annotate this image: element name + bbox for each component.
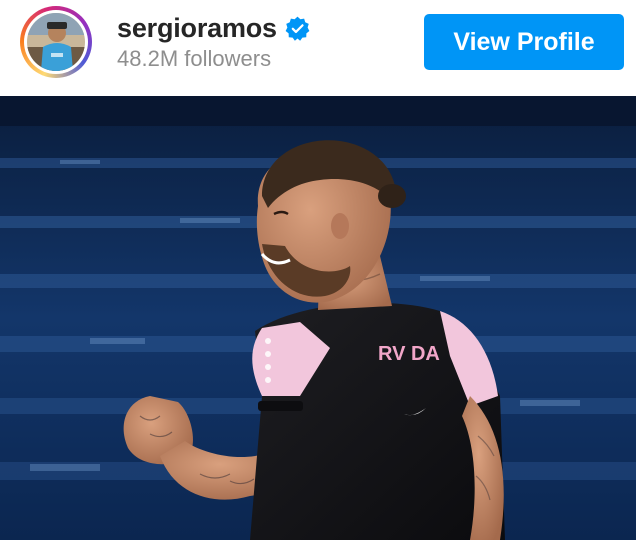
view-profile-button[interactable]: View Profile [424, 14, 624, 70]
jersey-text: RV DA [378, 343, 440, 365]
instagram-embed: sergioramos 48.2M followers View Profile [0, 0, 636, 540]
follower-count: 48.2M followers [117, 46, 272, 71]
avatar-image [27, 13, 85, 71]
username[interactable]: sergioramos [117, 13, 277, 44]
verified-badge-icon [285, 16, 310, 41]
username-row: sergioramos [117, 10, 310, 46]
post-photo[interactable]: RV DA [0, 96, 636, 540]
player-celebration-image: RV DA [0, 96, 636, 540]
post-header: sergioramos 48.2M followers View Profile [0, 0, 636, 96]
avatar[interactable] [20, 6, 92, 78]
